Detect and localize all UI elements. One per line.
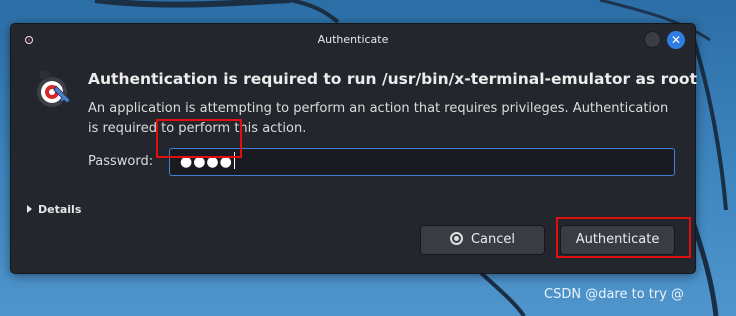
window-title: Authenticate xyxy=(317,33,389,46)
minimize-button[interactable] xyxy=(644,31,661,48)
authentication-dialog: Authenticate ✕ Authentication is require… xyxy=(10,23,697,274)
authentication-key-icon xyxy=(37,71,71,107)
close-button[interactable]: ✕ xyxy=(667,31,685,49)
password-label: Password: xyxy=(88,154,154,169)
dialog-description: An application is attempting to perform … xyxy=(88,101,669,136)
password-field[interactable]: ●●●● xyxy=(169,148,675,176)
authenticate-label: Authenticate xyxy=(575,232,660,247)
cancel-label: Cancel xyxy=(470,232,516,247)
cancel-button[interactable]: Cancel xyxy=(420,225,545,255)
authenticate-button[interactable]: Authenticate xyxy=(560,225,675,255)
text-caret xyxy=(233,152,236,169)
details-label: Details xyxy=(38,203,82,216)
cancel-circle-icon xyxy=(449,232,463,245)
dialog-heading: Authentication is required to run /usr/b… xyxy=(88,70,697,88)
close-icon: ✕ xyxy=(670,33,682,47)
watermark-text: CSDN @dare to try @ xyxy=(544,287,685,302)
disclosure-triangle-icon xyxy=(27,205,32,213)
password-masked-value: ●●●● xyxy=(180,154,233,170)
title-bar[interactable]: Authenticate ✕ xyxy=(11,24,695,57)
details-expander[interactable]: Details xyxy=(27,203,81,216)
